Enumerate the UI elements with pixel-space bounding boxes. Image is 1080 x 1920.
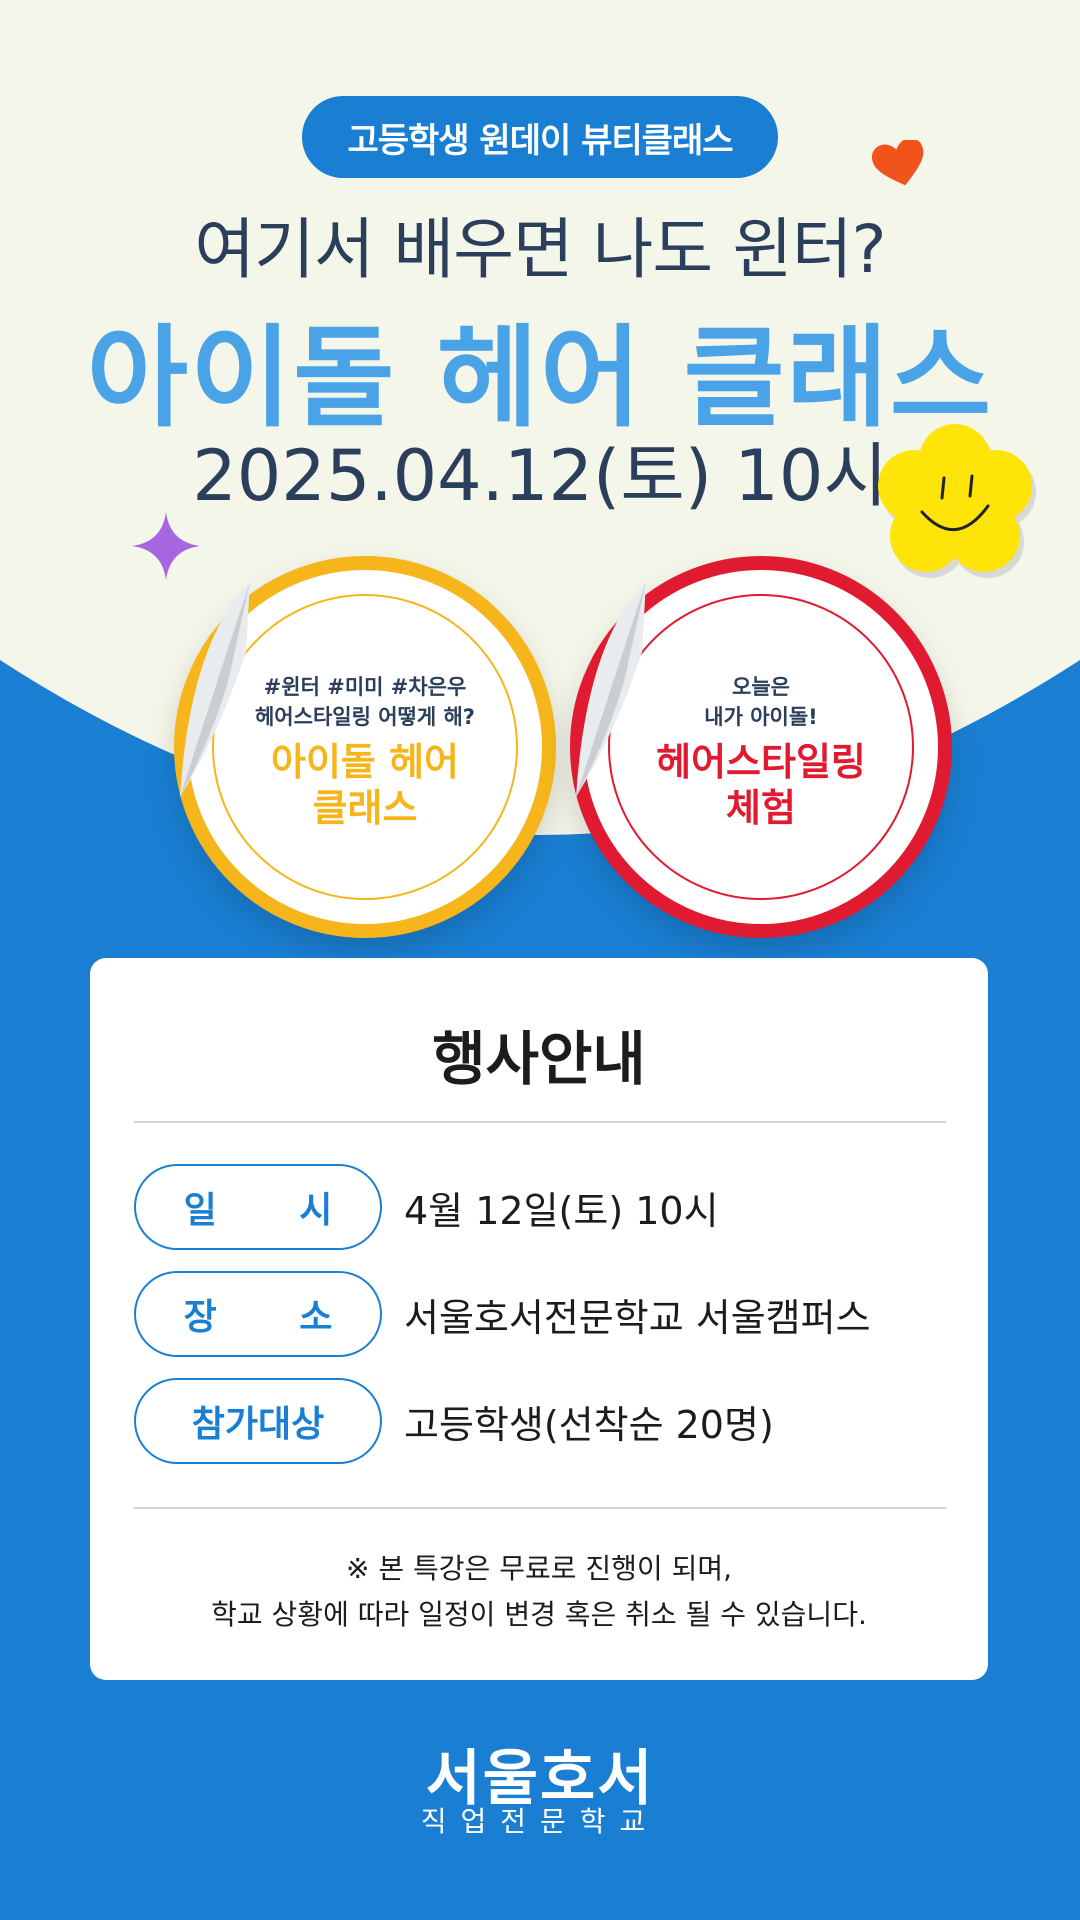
divider-bottom	[134, 1507, 946, 1509]
note-line-1: ※ 본 특강은 무료로 진행이 되며,	[346, 1552, 732, 1585]
divider-top	[134, 1121, 946, 1123]
school-logo-sub: 직업전문학교	[420, 1805, 660, 1838]
value-datetime: 4월 12일(토) 10시	[404, 1188, 719, 1233]
sticker-peel-right	[576, 582, 646, 797]
info-row-location: 장 소 서울호서전문학교 서울캠퍼스	[134, 1271, 946, 1357]
label-target: 참가대상	[134, 1378, 382, 1464]
label-datetime: 일 시	[134, 1164, 382, 1250]
value-target: 고등학생(선착순 20명)	[404, 1402, 774, 1447]
label-location: 장 소	[134, 1271, 382, 1357]
sparkle-icon	[132, 512, 200, 580]
heart-icon	[872, 140, 924, 186]
info-row-target: 참가대상 고등학생(선착순 20명)	[134, 1378, 946, 1464]
note-line-2: 학교 상황에 따라 일정이 변경 혹은 취소 될 수 있습니다.	[211, 1598, 867, 1631]
event-info-card: 행사안내 일 시 4월 12일(토) 10시 장 소 서울호서전문학교 서울캠퍼…	[90, 958, 988, 1680]
class-tag-badge: 고등학생 원데이 뷰티클래스	[302, 96, 778, 178]
headline-question: 여기서 배우면 나도 윈터?	[194, 211, 886, 288]
smiley-flower-icon	[878, 424, 1036, 578]
info-row-datetime: 일 시 4월 12일(토) 10시	[134, 1164, 946, 1250]
info-title: 행사안내	[432, 1025, 646, 1093]
value-location: 서울호서전문학교 서울캠퍼스	[404, 1295, 871, 1340]
sticker-peel-left	[180, 582, 250, 797]
